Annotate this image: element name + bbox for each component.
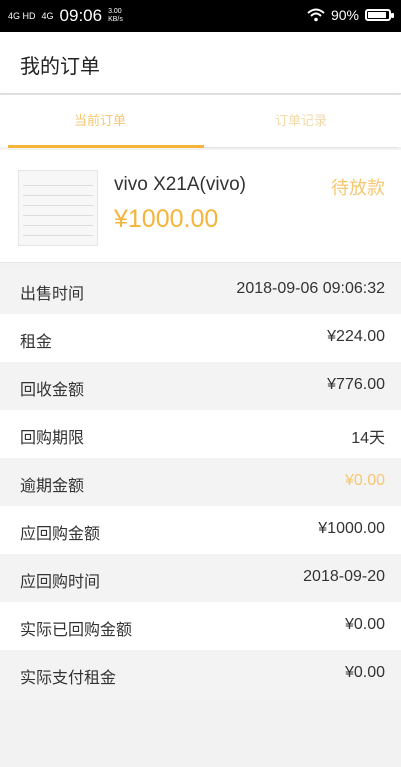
status-left: 4G HD 4G 09:06 3.00 KB/s [8, 6, 123, 26]
detail-label: 回收金额 [20, 380, 85, 399]
detail-value: ¥0.00 [344, 616, 385, 633]
detail-label: 出售时间 [20, 284, 85, 303]
detail-value: ¥0.00 [344, 472, 385, 489]
detail-label: 实际已回购金额 [20, 620, 133, 639]
detail-row: 实际已回购金额 ¥0.00 [0, 602, 401, 650]
detail-row: 实际支付租金 ¥0.00 [0, 650, 401, 698]
active-tab-indicator [8, 145, 204, 148]
network-icon: 4G HD [8, 10, 36, 21]
detail-value: ¥1000.00 [318, 520, 385, 537]
detail-row: 租金 ¥224.00 [0, 314, 401, 362]
detail-row: 回购期限 14天 [0, 410, 401, 458]
order-product-card[interactable]: vivo X21A(vivo) ¥1000.00 待放款 [0, 150, 401, 263]
status-right: 90% [307, 7, 394, 23]
detail-value: ¥776.00 [327, 376, 385, 393]
detail-row: 逾期金额 ¥0.00 [0, 458, 401, 506]
detail-label: 逾期金额 [20, 476, 85, 495]
detail-label: 实际支付租金 [20, 668, 117, 687]
detail-row: 应回购金额 ¥1000.00 [0, 506, 401, 554]
detail-row: 应回购时间 2018-09-20 [0, 554, 401, 602]
product-name: vivo X21A(vivo) [114, 174, 246, 195]
status-time: 09:06 [59, 6, 103, 25]
detail-value: 2018-09-06 09:06:32 [236, 280, 385, 297]
page-title: 我的订单 [20, 54, 100, 78]
product-price: ¥1000.00 [114, 205, 219, 233]
detail-value: ¥0.00 [344, 664, 385, 681]
battery-level [368, 12, 386, 18]
title-bar: 我的订单 [0, 32, 401, 94]
status-bar: 4G HD 4G 09:06 3.00 KB/s 90% [0, 0, 401, 32]
detail-row: 出售时间 2018-09-06 09:06:32 [0, 266, 401, 314]
detail-label: 应回购金额 [20, 524, 101, 543]
battery-icon [365, 9, 394, 21]
detail-value: ¥224.00 [327, 328, 385, 345]
detail-label: 租金 [20, 332, 53, 351]
order-status-badge: 待放款 [331, 178, 385, 199]
detail-label: 应回购时间 [20, 572, 101, 591]
tab-order-history[interactable]: 订单记录 [201, 95, 401, 147]
product-thumbnail [18, 170, 98, 246]
wifi-icon [307, 8, 325, 22]
detail-label: 回购期限 [20, 428, 85, 447]
detail-value: 14天 [351, 430, 385, 447]
order-details-list: 出售时间 2018-09-06 09:06:32 租金 ¥224.00 回收金额 ¥776… [0, 266, 401, 698]
order-tabs: 当前订单 订单记录 [0, 95, 401, 148]
detail-value: 2018-09-20 [303, 568, 385, 585]
detail-row: 回收金额 ¥776.00 [0, 362, 401, 410]
signal-icon: 4G [41, 10, 54, 21]
net-speed: 3.00 KB/s [108, 8, 123, 23]
tab-current-orders[interactable]: 当前订单 [0, 95, 200, 147]
battery-percent: 90% [330, 7, 359, 23]
